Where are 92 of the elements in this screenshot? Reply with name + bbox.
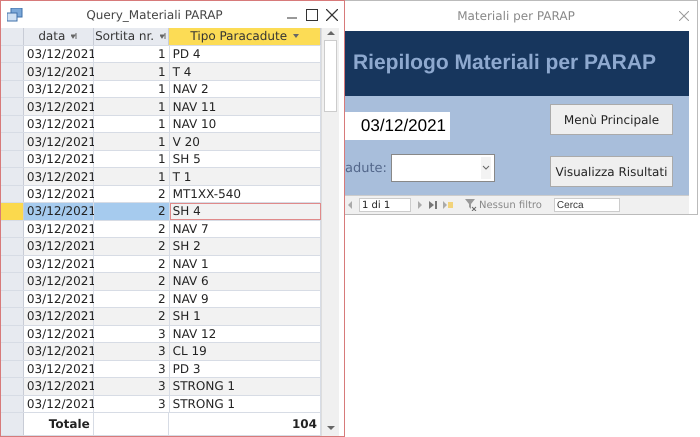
row-selector[interactable]: [1, 116, 24, 132]
table-cell: 03/12/2021: [24, 238, 94, 255]
row-selector[interactable]: [1, 396, 24, 412]
window-title: Query_Materiali PARAP: [85, 8, 224, 22]
row-selector[interactable]: [1, 256, 24, 272]
table-cell: 1: [94, 150, 170, 168]
row-selector[interactable]: [1, 343, 24, 360]
dropdown-arrow-icon[interactable]: [293, 34, 300, 38]
table-cell: T 1: [170, 168, 321, 185]
scrollbar-thumb[interactable]: [324, 40, 337, 112]
new-record-icon[interactable]: [443, 201, 453, 210]
table-cell: 03/12/2021: [24, 273, 94, 290]
row-selector[interactable]: [1, 220, 24, 238]
form-button[interactable]: Visualizza Risultati: [550, 156, 673, 188]
table-window-icon: [7, 8, 23, 22]
table-cell: 03/12/2021: [24, 343, 94, 360]
row-selector[interactable]: [1, 360, 24, 378]
search-field[interactable]: Cerca: [554, 198, 620, 212]
table-cell: 1: [94, 168, 170, 185]
vertical-scrollbar[interactable]: [321, 28, 339, 436]
table-cell: 03/12/2021: [24, 98, 94, 115]
table-cell: 3: [94, 360, 170, 378]
table-cell: 03/12/2021: [24, 133, 94, 150]
table-cell: 3: [94, 396, 170, 412]
row-selector[interactable]: [1, 63, 24, 80]
table-cell: 03/12/2021: [24, 308, 94, 325]
record-number-field[interactable]: 1 di 1: [359, 198, 411, 212]
maximize-button[interactable]: [306, 8, 318, 20]
row-selector[interactable]: [1, 308, 24, 325]
filter-off-icon: [465, 199, 477, 212]
table-cell: 2: [94, 308, 170, 325]
table-cell: 2: [94, 238, 170, 255]
total-row-selector[interactable]: [1, 413, 24, 435]
table-cell: SH 1: [170, 308, 321, 325]
form-button[interactable]: Menù Principale: [550, 104, 673, 136]
sort-icon[interactable]: [71, 32, 78, 40]
row-selector[interactable]: [1, 168, 24, 185]
table-cell: 1: [94, 116, 170, 132]
row-selector[interactable]: [1, 46, 24, 62]
form-heading: Riepilogo Materiali per PARAP: [353, 51, 656, 76]
table-cell: T 4: [170, 63, 321, 80]
table-cell: 3: [94, 326, 170, 342]
table-cell: 3: [94, 378, 170, 395]
table-cell: 03/12/2021: [24, 168, 94, 185]
row-selector[interactable]: [1, 150, 24, 168]
next-record-icon[interactable]: [417, 201, 423, 210]
table-cell: 03/12/2021: [24, 203, 94, 220]
table-cell: 1: [94, 63, 170, 80]
column-header[interactable]: Tipo Paracadute: [169, 28, 322, 45]
column-header[interactable]: data: [24, 28, 94, 45]
table-cell: SH 2: [170, 238, 321, 255]
table-cell: 03/12/2021: [24, 378, 94, 395]
row-selector[interactable]: [1, 238, 24, 255]
table-cell: NAV 11: [170, 98, 321, 115]
row-selector[interactable]: [1, 290, 24, 308]
table-cell: 1: [94, 98, 170, 115]
combo-label: adute:: [345, 160, 387, 176]
row-selector[interactable]: [1, 273, 24, 290]
table-cell: 1: [94, 80, 170, 98]
table-cell: 03/12/2021: [24, 63, 94, 80]
table-cell: 2: [94, 186, 170, 202]
table-cell: CL 19: [170, 343, 321, 360]
table-cell: 1: [94, 46, 170, 62]
table-cell: 3: [94, 343, 170, 360]
date-field[interactable]: 03/12/2021: [345, 112, 450, 140]
select-all-corner[interactable]: [1, 28, 24, 45]
sort-icon[interactable]: [160, 32, 168, 40]
close-button[interactable]: [326, 8, 338, 20]
row-selector[interactable]: [1, 98, 24, 115]
previous-record-icon[interactable]: [347, 201, 353, 210]
table-cell: 2: [94, 256, 170, 272]
table-cell: SH 4: [170, 203, 321, 220]
table-cell: NAV 6: [170, 273, 321, 290]
table-cell: STRONG 1: [170, 378, 321, 395]
row-selector[interactable]: [1, 203, 24, 220]
column-header[interactable]: Sortita nr.: [94, 28, 170, 45]
row-selector[interactable]: [1, 80, 24, 98]
row-selector[interactable]: [1, 326, 24, 342]
row-selector[interactable]: [1, 133, 24, 150]
scroll-up-icon[interactable]: [326, 28, 334, 38]
table-cell: 2: [94, 203, 170, 220]
last-record-icon[interactable]: [429, 201, 437, 210]
combo-box[interactable]: [390, 154, 495, 182]
row-selector[interactable]: [1, 378, 24, 395]
table-cell: V 20: [170, 133, 321, 150]
table-cell: 1: [94, 133, 170, 150]
table-cell: 2: [94, 220, 170, 238]
row-selector[interactable]: [1, 186, 24, 202]
table-cell: 2: [94, 290, 170, 308]
chevron-down-icon[interactable]: [480, 157, 491, 180]
table-cell: 2: [94, 273, 170, 290]
window-title: Materiali per PARAP: [456, 8, 576, 23]
